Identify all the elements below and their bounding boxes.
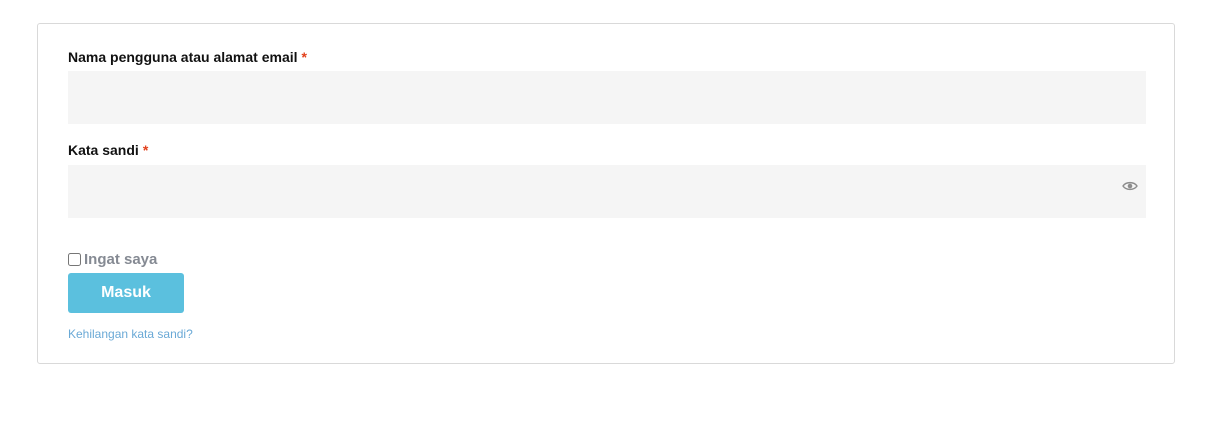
password-label-text: Kata sandi <box>68 142 139 158</box>
login-button[interactable]: Masuk <box>68 273 184 313</box>
remember-me-checkbox[interactable] <box>68 252 81 266</box>
username-input[interactable] <box>68 71 1146 124</box>
login-form: Nama pengguna atau alamat email * Kata sa… <box>37 23 1175 364</box>
remember-me-label[interactable]: Ingat saya <box>84 251 157 268</box>
password-label: Kata sandi * <box>68 142 148 158</box>
username-label: Nama pengguna atau alamat email * <box>68 49 307 65</box>
required-marker: * <box>142 142 149 158</box>
eye-icon[interactable] <box>1122 179 1138 193</box>
required-marker: * <box>301 49 307 65</box>
username-label-text: Nama pengguna atau alamat email <box>68 49 298 65</box>
password-input[interactable] <box>68 165 1146 218</box>
remember-me-row: Ingat saya <box>68 249 157 269</box>
lost-password-link[interactable]: Kehilangan kata sandi? <box>68 327 193 341</box>
